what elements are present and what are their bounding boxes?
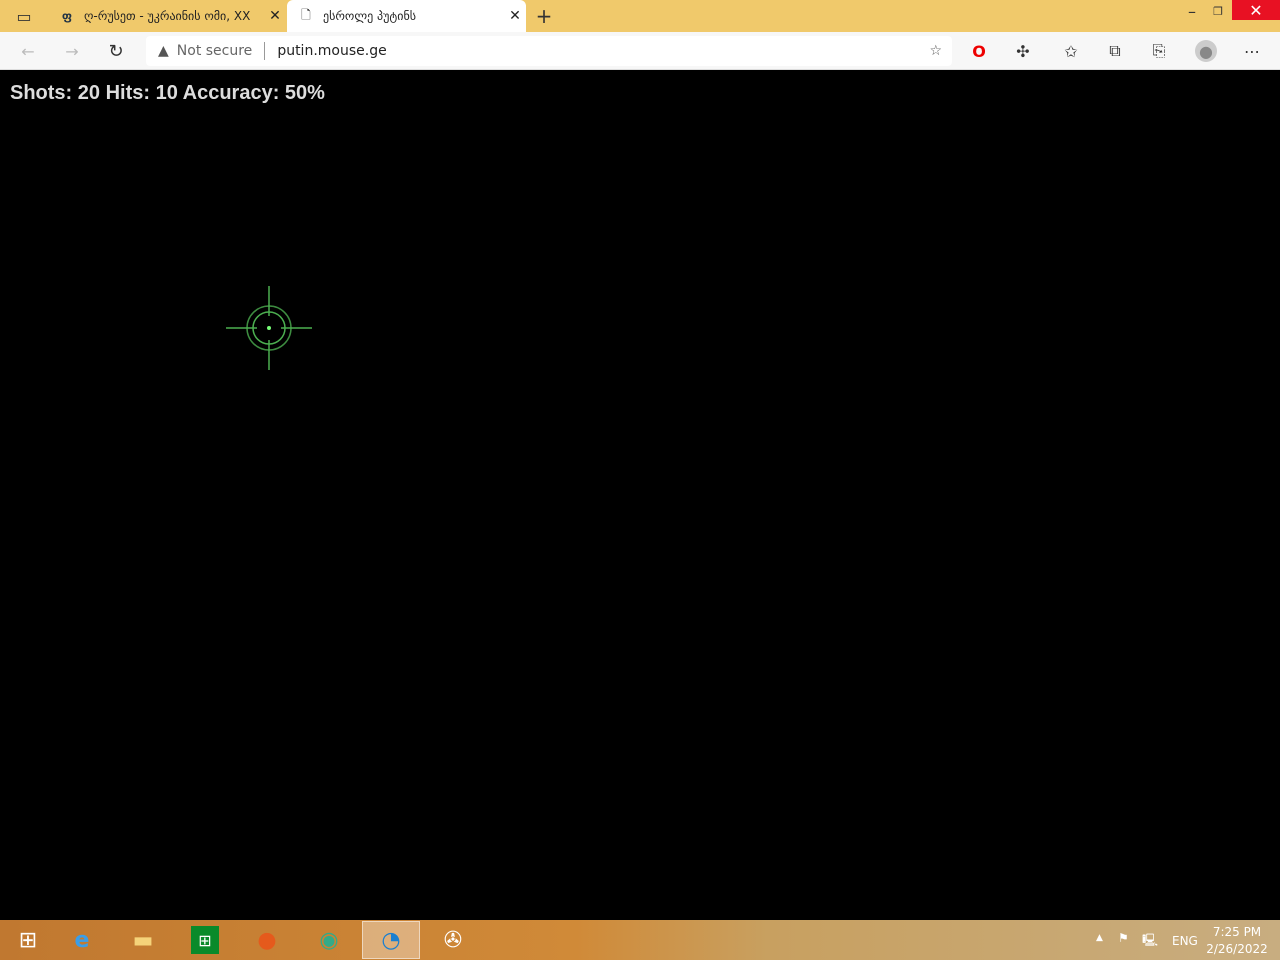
language-indicator[interactable]: ENG bbox=[1172, 934, 1198, 948]
clock-time[interactable]: 7:25 PM bbox=[1208, 925, 1266, 939]
opera-extension-icon[interactable]: O bbox=[968, 40, 990, 62]
action-center-flag-icon[interactable]: ⚑ bbox=[1118, 931, 1129, 945]
store-icon[interactable]: ⊞ bbox=[177, 922, 233, 958]
internet-explorer-icon[interactable]: e bbox=[54, 922, 110, 958]
tab-actions-icon[interactable]: ▭ bbox=[10, 6, 38, 26]
extensions-icon[interactable]: ✣ bbox=[1012, 40, 1034, 62]
toolbar: ← → ↻ ▲ Not secure putin.mouse.ge ☆ O ✣ … bbox=[0, 32, 1280, 70]
start-button[interactable]: ⊞ bbox=[0, 922, 56, 958]
forward-button[interactable]: → bbox=[60, 40, 84, 62]
game-canvas[interactable]: Shots: 20 Hits: 10 Accuracy: 50% bbox=[0, 71, 1280, 920]
show-hidden-icons-button[interactable]: ▲ bbox=[1096, 933, 1103, 943]
new-tab-button[interactable]: + bbox=[532, 4, 556, 28]
favorites-icon[interactable]: ✩ bbox=[1060, 40, 1082, 62]
security-label[interactable]: Not secure bbox=[177, 43, 253, 59]
page-icon: 🗋 bbox=[301, 7, 311, 22]
file-explorer-icon[interactable]: ▬ bbox=[115, 922, 171, 958]
tab-2[interactable]: 🗋 ესროლე პუტინს ✕ bbox=[287, 0, 526, 32]
divider bbox=[264, 42, 266, 60]
profile-avatar[interactable]: ● bbox=[1195, 40, 1217, 62]
close-tab-icon[interactable]: ✕ bbox=[504, 8, 526, 24]
tab-bar: ▭ ფ ღ-რუსეთ - უკრაინის ომი, XX ✕ 🗋 ესროლ… bbox=[0, 0, 1280, 32]
address-bar[interactable]: ▲ Not secure putin.mouse.ge ☆ bbox=[146, 36, 952, 66]
url-text[interactable]: putin.mouse.ge bbox=[277, 43, 386, 59]
refresh-button[interactable]: ↻ bbox=[104, 40, 128, 62]
collections-icon[interactable]: ⧉ bbox=[1104, 40, 1126, 62]
minimize-button[interactable]: – bbox=[1180, 2, 1204, 21]
firefox-icon[interactable]: ● bbox=[239, 922, 295, 958]
edge-icon[interactable]: ◔ bbox=[362, 921, 420, 959]
tab-title: ესროლე პუტინს bbox=[323, 9, 416, 23]
taskbar: ⊞ e ▬ ⊞ ● ◉ ◔ ✇ ▲ ⚑ 🖳 ENG 7:25 PM 2/26/2… bbox=[0, 920, 1280, 960]
share-icon[interactable]: ⎘ bbox=[1148, 40, 1170, 62]
close-tab-icon[interactable]: ✕ bbox=[264, 8, 286, 24]
warning-icon: ▲ bbox=[158, 43, 169, 59]
tab-1[interactable]: ფ ღ-რუსეთ - უკრაინის ომი, XX ✕ bbox=[50, 0, 286, 32]
back-button[interactable]: ← bbox=[16, 40, 40, 62]
tab-title: ღ-რუსეთ - უკრაინის ომი, XX bbox=[84, 9, 251, 23]
network-icon[interactable]: 🖳 bbox=[1142, 931, 1158, 952]
restore-button[interactable]: ❐ bbox=[1206, 2, 1230, 20]
close-window-button[interactable]: ✕ bbox=[1232, 0, 1280, 20]
chrome-icon[interactable]: ◉ bbox=[301, 922, 357, 958]
georgian-logo-icon: ფ bbox=[61, 9, 73, 23]
score-text: Shots: 20 Hits: 10 Accuracy: 50% bbox=[10, 82, 325, 104]
clock-date[interactable]: 2/26/2022 bbox=[1206, 942, 1268, 956]
app-icon[interactable]: ✇ bbox=[425, 922, 481, 958]
more-menu-icon[interactable]: ⋯ bbox=[1240, 40, 1264, 62]
crosshair-icon bbox=[226, 286, 312, 370]
add-favorite-icon[interactable]: ☆ bbox=[929, 43, 942, 59]
